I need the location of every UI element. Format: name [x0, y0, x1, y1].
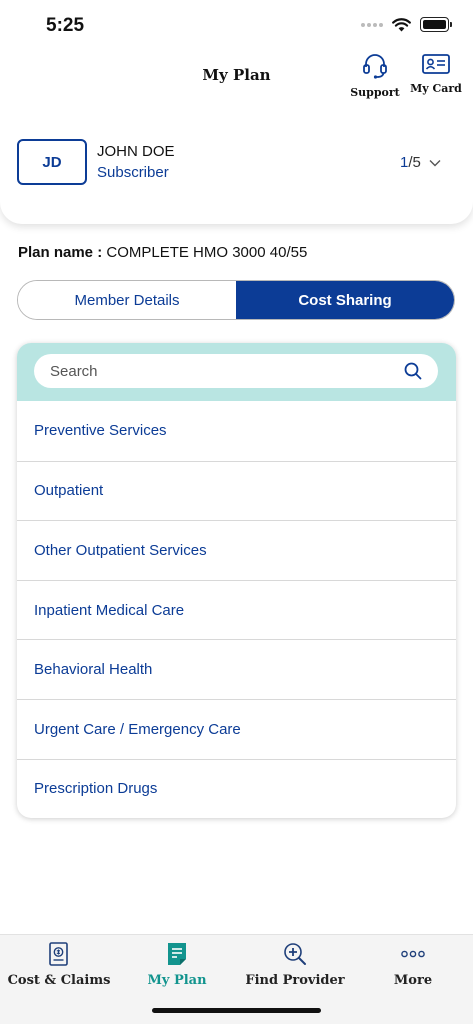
header-card: 5:25 My Plan Support My Card JD JOHN DOE…	[0, 0, 473, 224]
nav-my-plan[interactable]: My Plan	[118, 941, 236, 988]
provider-search-icon	[284, 943, 306, 965]
signal-icon	[361, 22, 383, 27]
id-card-icon	[422, 54, 450, 74]
category-list: Preventive Services Outpatient Other Out…	[17, 401, 456, 818]
nav-more-label: More	[393, 973, 433, 988]
my-card-label: My Card	[410, 82, 462, 95]
tab-member-details[interactable]: Member Details	[18, 281, 236, 319]
nav-find-provider[interactable]: Find Provider	[236, 941, 354, 988]
list-item-prescription-drugs[interactable]: Prescription Drugs	[17, 758, 456, 818]
member-switcher[interactable]: 1/5	[400, 154, 441, 171]
list-item-behavioral-health[interactable]: Behavioral Health	[17, 639, 456, 699]
nav-more[interactable]: More	[354, 941, 472, 988]
avatar: JD	[17, 139, 87, 185]
list-item-inpatient-medical-care[interactable]: Inpatient Medical Care	[17, 579, 456, 640]
more-dots-icon	[401, 950, 425, 958]
headset-icon	[363, 54, 387, 79]
plan-document-icon	[168, 943, 186, 965]
battery-icon	[420, 17, 452, 32]
my-card-button[interactable]: My Card	[396, 52, 473, 95]
member-role: Subscriber	[97, 164, 169, 181]
nav-find-provider-label: Find Provider	[245, 973, 345, 988]
member-name: JOHN DOE	[97, 143, 175, 160]
status-bar: 5:25	[0, 0, 473, 50]
tab-cost-sharing[interactable]: Cost Sharing	[236, 281, 454, 319]
status-icons	[361, 17, 452, 32]
member-count-text: 1/5	[400, 154, 421, 171]
chevron-down-icon	[429, 159, 441, 166]
list-item-preventive-services[interactable]: Preventive Services	[17, 401, 456, 461]
plan-name-label: Plan name :	[18, 244, 103, 261]
status-time: 5:25	[46, 15, 85, 36]
search-box[interactable]	[34, 354, 438, 388]
list-item-other-outpatient-services[interactable]: Other Outpatient Services	[17, 520, 456, 580]
tab-bar: Member Details Cost Sharing	[17, 280, 455, 320]
search-band	[17, 343, 456, 401]
member-total: /5	[408, 154, 421, 171]
nav-cost-claims[interactable]: Cost & Claims	[0, 941, 118, 988]
search-input[interactable]	[50, 362, 404, 380]
nav-cost-claims-label: Cost & Claims	[7, 973, 111, 988]
plan-name: Plan name : COMPLETE HMO 3000 40/55	[18, 244, 307, 261]
search-icon[interactable]	[404, 362, 422, 380]
wifi-icon	[392, 17, 411, 31]
cost-sharing-card: Preventive Services Outpatient Other Out…	[17, 343, 456, 818]
nav-my-plan-label: My Plan	[147, 973, 207, 988]
claims-icon	[49, 942, 68, 966]
home-indicator	[152, 1008, 321, 1013]
plan-name-value: COMPLETE HMO 3000 40/55	[106, 244, 308, 261]
list-item-outpatient[interactable]: Outpatient	[17, 460, 456, 521]
list-item-urgent-emergency-care[interactable]: Urgent Care / Emergency Care	[17, 698, 456, 759]
